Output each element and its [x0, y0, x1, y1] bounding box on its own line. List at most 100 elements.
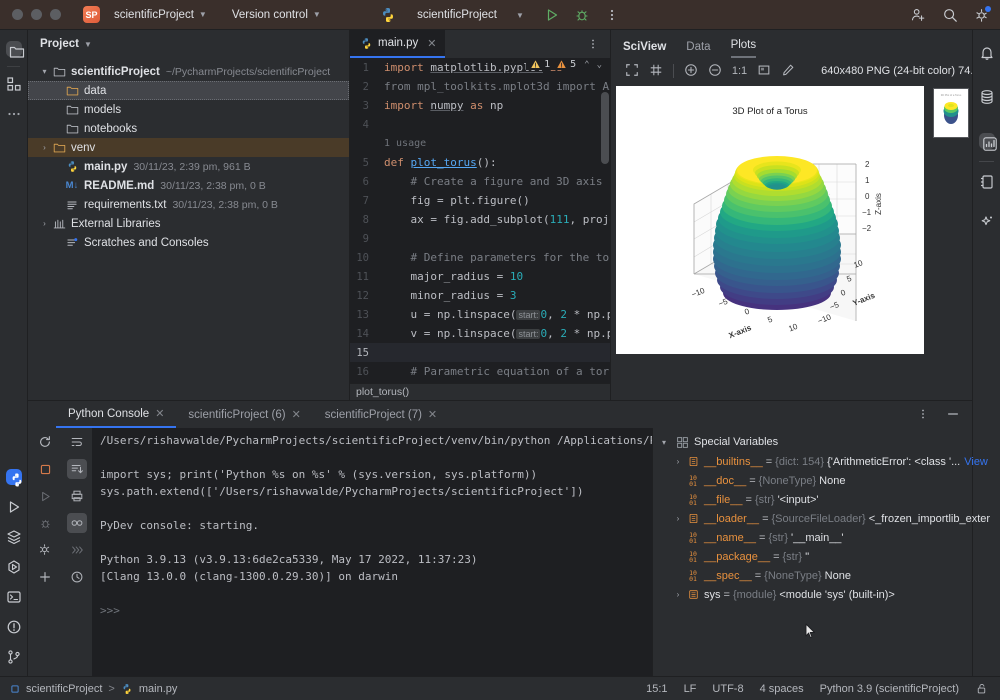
project-selector[interactable]: scientificProject ▼: [107, 9, 207, 21]
sidebar-item-services[interactable]: [0, 522, 28, 552]
scroll-to-end-icon[interactable]: [67, 459, 87, 479]
prev-problem-icon[interactable]: ⌃: [584, 60, 589, 70]
more-actions-icon[interactable]: [604, 7, 620, 23]
editor-breadcrumb[interactable]: plot_torus(): [350, 383, 610, 400]
variable-row-name[interactable]: 1001 __name__ = {str} '__main__': [653, 528, 972, 547]
rerun-icon[interactable]: [35, 432, 55, 452]
chevron-down-icon[interactable]: ▼: [516, 11, 524, 20]
editor-scrollbar[interactable]: [601, 92, 609, 164]
line-separator[interactable]: LF: [684, 683, 697, 695]
sidebar-item-problems[interactable]: [0, 612, 28, 642]
settings-icon[interactable]: [35, 540, 55, 560]
plot-canvas[interactable]: 3D Plot of a Torus: [616, 86, 924, 354]
sidebar-item-run[interactable]: [0, 492, 28, 522]
edit-external-icon[interactable]: [781, 63, 795, 79]
editor-more-icon[interactable]: [586, 37, 602, 53]
zoom-out-icon[interactable]: [708, 63, 722, 79]
variable-row-package[interactable]: 1001 __package__ = {str} '': [653, 547, 972, 566]
sidebar-item-python-console[interactable]: [0, 462, 28, 492]
tree-item-notebooks[interactable]: notebooks: [28, 119, 349, 138]
skip-icon[interactable]: [67, 540, 87, 560]
sidebar-item-database[interactable]: [973, 82, 1000, 112]
debug-icon[interactable]: [35, 513, 55, 533]
sidebar-item-terminal[interactable]: [0, 582, 28, 612]
code-area[interactable]: 1 5 ⌃ ⌄ 1 import matplotlib.pyplot as 2 …: [350, 58, 610, 400]
window-controls[interactable]: [0, 9, 61, 20]
transparency-icon[interactable]: [757, 63, 771, 79]
sidebar-item-more[interactable]: [0, 99, 28, 129]
tab-data[interactable]: Data: [686, 41, 710, 58]
close-icon[interactable]: ✕: [427, 37, 436, 50]
minimize-icon[interactable]: [946, 407, 962, 423]
caret-position[interactable]: 15:1: [646, 683, 667, 695]
next-problem-icon[interactable]: ⌄: [597, 60, 602, 70]
settings-icon[interactable]: [974, 7, 990, 23]
add-icon[interactable]: [35, 567, 55, 587]
run-icon[interactable]: [35, 486, 55, 506]
sidebar-item-project[interactable]: [0, 34, 28, 64]
tree-item-data[interactable]: data: [28, 81, 349, 100]
variable-row-loader[interactable]: › __loader__ = {SourceFileLoader} <_froz…: [653, 509, 972, 528]
chevron-down-icon[interactable]: ▼: [84, 40, 92, 49]
special-variables-header[interactable]: ▾ Special Variables: [653, 432, 972, 452]
variable-row-sys[interactable]: › sys = {module} <module 'sys' (built-in…: [653, 585, 972, 604]
collapse-arrow-icon[interactable]: ▾: [657, 438, 671, 447]
tree-item-requirements-txt[interactable]: requirements.txt 30/11/23, 2:38 pm, 0 B: [28, 195, 349, 214]
console-output[interactable]: /Users/rishavwalde/PycharmProjects/scien…: [92, 428, 652, 677]
plot-thumbnail-list[interactable]: 3D Plot of a Torus: [930, 84, 972, 394]
variable-row-doc[interactable]: 1001 __doc__ = {NoneType} None: [653, 471, 972, 490]
sidebar-item-sciview[interactable]: [973, 126, 1000, 156]
interpreter-label[interactable]: Python 3.9 (scientificProject): [820, 683, 959, 695]
inspection-widget[interactable]: 1 5 ⌃ ⌄: [526, 59, 602, 70]
close-icon[interactable]: ✕: [292, 408, 301, 421]
project-panel-header[interactable]: Project ▼: [28, 30, 349, 58]
soft-wrap-icon[interactable]: [67, 432, 87, 452]
unlocked-icon[interactable]: [975, 682, 988, 695]
tree-item-external-libraries[interactable]: › External Libraries: [28, 214, 349, 233]
sidebar-item-structure[interactable]: [0, 69, 28, 99]
maximize-window-button[interactable]: [50, 9, 61, 20]
search-icon[interactable]: [942, 7, 958, 23]
tab-python-console[interactable]: Python Console ✕: [56, 401, 176, 428]
plot-thumbnail[interactable]: 3D Plot of a Torus: [933, 88, 969, 138]
variable-row-spec[interactable]: 1001 __spec__ = {NoneType} None: [653, 566, 972, 585]
sidebar-item-notebook[interactable]: [973, 167, 1000, 197]
tab-scientificproject-7[interactable]: scientificProject (7) ✕: [313, 401, 449, 428]
expand-arrow-icon[interactable]: ›: [671, 514, 685, 523]
variable-row-builtins[interactable]: › __builtins__ = {dict: 154} {'Arithmeti…: [653, 452, 972, 471]
actual-size-icon[interactable]: [649, 63, 663, 79]
zoom-in-icon[interactable]: [684, 63, 698, 79]
debug-icon[interactable]: [574, 7, 590, 23]
indent-setting[interactable]: 4 spaces: [760, 683, 804, 695]
tree-item-readme-md[interactable]: M↓ README.md 30/11/23, 2:38 pm, 0 B: [28, 176, 349, 195]
sidebar-item-git[interactable]: [0, 642, 28, 672]
variable-row-file[interactable]: 1001 __file__ = {str} '<input>': [653, 490, 972, 509]
close-icon[interactable]: ✕: [155, 407, 164, 420]
tab-scientificproject-6[interactable]: scientificProject (6) ✕: [176, 401, 312, 428]
tree-item-scratches-and-consoles[interactable]: Scratches and Consoles: [28, 233, 349, 252]
tab-plots[interactable]: Plots: [731, 39, 757, 58]
version-control-menu[interactable]: Version control ▼: [225, 9, 321, 21]
stop-icon[interactable]: [35, 459, 55, 479]
minimize-window-button[interactable]: [31, 9, 42, 20]
tree-item-models[interactable]: models: [28, 100, 349, 119]
usage-hint[interactable]: 1 usage: [350, 134, 610, 153]
expand-arrow-icon[interactable]: ›: [671, 590, 685, 599]
view-link[interactable]: View: [964, 456, 988, 468]
expand-arrow-icon[interactable]: ▾: [38, 67, 51, 76]
expand-arrow-icon[interactable]: ›: [38, 219, 51, 228]
close-icon[interactable]: ✕: [428, 408, 437, 421]
sidebar-item-debug[interactable]: [0, 552, 28, 582]
file-encoding[interactable]: UTF-8: [712, 683, 743, 695]
editor-tab-main-py[interactable]: main.py ✕: [350, 30, 445, 58]
more-icon[interactable]: [916, 407, 932, 423]
tree-item-venv[interactable]: › venv: [28, 138, 349, 157]
sidebar-item-ai-assistant[interactable]: [973, 207, 1000, 237]
tree-item-scientificproject[interactable]: ▾ scientificProject ~/PycharmProjects/sc…: [28, 62, 349, 81]
add-user-icon[interactable]: [910, 7, 926, 23]
status-file-label[interactable]: main.py: [139, 683, 178, 695]
show-variables-icon[interactable]: [67, 513, 87, 533]
expand-arrow-icon[interactable]: ›: [38, 143, 51, 152]
run-config-label[interactable]: scientificProject: [417, 9, 497, 21]
close-window-button[interactable]: [12, 9, 23, 20]
